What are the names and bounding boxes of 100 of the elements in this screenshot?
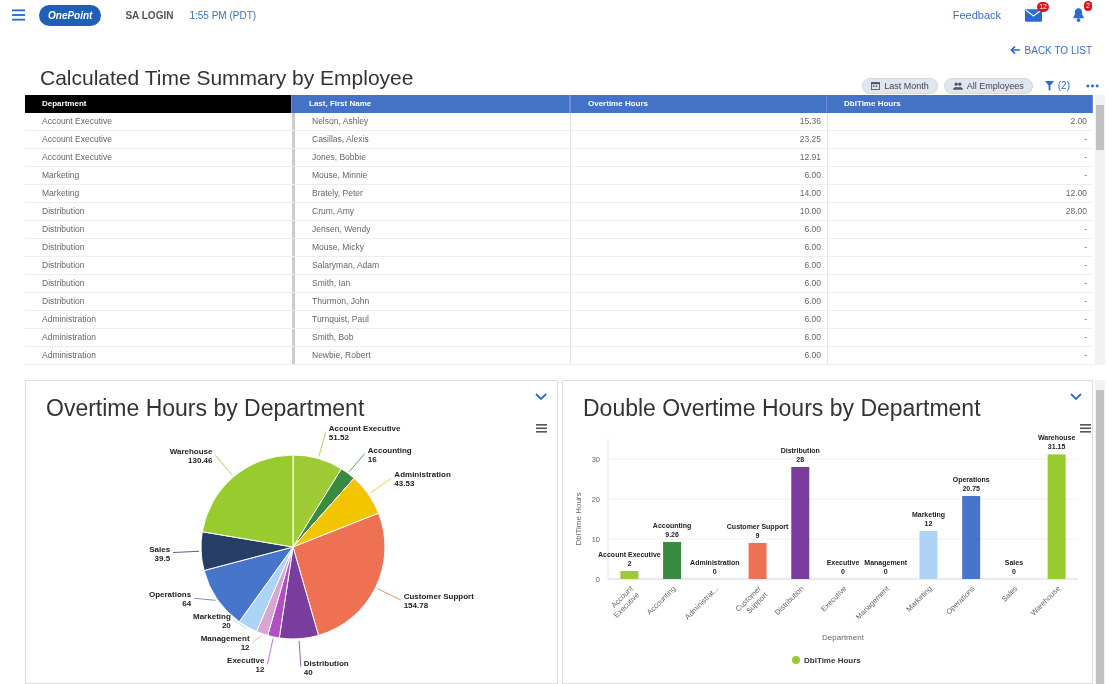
table-cell: Brately, Peter — [292, 185, 570, 202]
table-cell: 6.00 — [570, 275, 827, 292]
table-cell: 6.00 — [570, 311, 827, 328]
table-cell: 6.00 — [570, 239, 827, 256]
table-cell: - — [827, 221, 1093, 238]
filter-chip[interactable]: All Employees — [943, 77, 1033, 94]
scrollbar-thumb[interactable] — [1096, 390, 1104, 684]
table-cell-text: Distribution — [41, 223, 86, 236]
table-cell: Casillas, Alexis — [292, 131, 570, 148]
table-cell: 15.36 — [570, 113, 827, 130]
scrollbar[interactable] — [1095, 95, 1105, 365]
table-cell: - — [827, 149, 1093, 166]
axis-title: Department — [822, 633, 864, 642]
leader-line — [233, 619, 248, 630]
table-cell: 10.00 — [570, 203, 827, 220]
table-cell: 6.00 — [570, 347, 827, 364]
table-cell: Thurmon, John — [292, 293, 570, 310]
table-cell-text: Administration — [41, 349, 97, 362]
filter-chip[interactable]: Last Month — [862, 77, 938, 94]
column-header[interactable]: Overtime Hours — [570, 95, 827, 113]
login-label: SA LOGIN — [125, 9, 174, 21]
table-cell: Nelson, Ashley — [292, 113, 570, 130]
data-label: Accounting 16 — [367, 445, 412, 464]
table-cell-text: Distribution — [41, 259, 86, 272]
column-header[interactable]: DblTime Hours — [827, 95, 1093, 113]
table-cell: 23.25 — [570, 131, 827, 148]
mail-icon[interactable] — [1025, 8, 1042, 22]
leader-line — [193, 597, 216, 601]
table-cell: 6.00 — [570, 257, 827, 274]
table-cell: 14.00 — [570, 185, 827, 202]
leader-line — [318, 431, 327, 457]
data-label: Sales 39.5 — [149, 544, 171, 563]
table-cell: Salaryman, Adam — [292, 257, 570, 274]
report-title: Calculated Time Summary by Employee — [40, 64, 415, 90]
table-cell: 6.00 — [570, 221, 827, 238]
data-label: Executive 12 — [227, 656, 265, 675]
bell-icon[interactable] — [1072, 8, 1085, 22]
table-cell: Jensen, Wendy — [292, 221, 570, 238]
table-cell: - — [827, 239, 1093, 256]
table-cell: - — [827, 257, 1093, 274]
menu-icon[interactable] — [536, 424, 547, 433]
table-cell: Newbie, Robert — [292, 347, 570, 364]
table-cell-text: Marketing — [41, 187, 81, 200]
table-cell: - — [827, 329, 1093, 346]
table-cell: 2.00 — [827, 113, 1093, 130]
leader-line — [298, 640, 302, 668]
leader-line — [369, 477, 392, 494]
table-cell-text: Account Executive — [41, 151, 113, 164]
data-label: Administration 43.53 — [394, 470, 451, 489]
scrollbar-thumb[interactable] — [1096, 105, 1104, 150]
table-cell-text: Distribution — [41, 295, 86, 308]
table-cell: Crum, Amy — [292, 203, 570, 220]
chart-title: Overtime Hours by Department — [46, 395, 366, 422]
scrollbar[interactable] — [1095, 380, 1105, 684]
column-header[interactable]: Last, First Name — [292, 95, 570, 113]
menu-icon[interactable] — [1080, 424, 1091, 433]
table-cell-text: Distribution — [41, 205, 86, 218]
table-cell: Turnquist, Paul — [292, 311, 570, 328]
data-label: Marketing 20 — [193, 612, 231, 631]
table-cell: Jones, Bobbie — [292, 149, 570, 166]
chevron-down-icon[interactable] — [1070, 393, 1082, 400]
people-icon — [952, 81, 963, 90]
table-cell: 6.00 — [570, 167, 827, 184]
table-cell: - — [827, 293, 1093, 310]
back-to-list-link[interactable]: BACK TO LIST — [1009, 44, 1092, 56]
more-icon[interactable] — [1086, 83, 1099, 88]
table-cell-text: Administration — [41, 331, 97, 344]
filter-button[interactable]: (2) — [1038, 78, 1076, 93]
table-cell-text: Account Executive — [41, 115, 113, 128]
menu-icon[interactable] — [12, 9, 25, 21]
data-label: Customer Support 154.78 — [403, 592, 474, 610]
legend-label[interactable]: DblTime Hours — [804, 656, 861, 665]
table-cell: Mouse, Micky — [292, 239, 570, 256]
chevron-down-icon[interactable] — [535, 393, 547, 400]
feedback-link[interactable]: Feedback — [952, 9, 1001, 21]
data-label: Warehouse 130.46 — [169, 447, 213, 466]
column-header[interactable]: Department — [25, 95, 292, 113]
table-cell: - — [827, 275, 1093, 292]
table-cell: - — [827, 311, 1093, 328]
time-label: 1:55 PM (PDT) — [189, 9, 257, 21]
table-cell: Smith, Bob — [292, 329, 570, 346]
table-cell: 6.00 — [570, 293, 827, 310]
table-cell: - — [827, 131, 1093, 148]
table-cell-text: Marketing — [41, 169, 81, 182]
left-arrow-icon — [1009, 45, 1021, 55]
table-cell: 6.00 — [570, 329, 827, 346]
data-label: Operations 64 — [148, 590, 192, 609]
leader-line — [215, 455, 233, 476]
leader-line — [252, 635, 262, 643]
logo[interactable]: OnePoint — [39, 4, 102, 26]
table-cell: - — [827, 347, 1093, 364]
table-cell: 28.00 — [827, 203, 1093, 220]
calendar-icon — [871, 81, 881, 90]
table-cell: 12.00 — [827, 185, 1093, 202]
chart-title: Double Overtime Hours by Department — [583, 395, 982, 422]
axis-title: DblTime Hours — [574, 492, 583, 546]
leader-line — [376, 588, 402, 601]
table-cell: 12.91 — [570, 149, 827, 166]
data-label: Account Executive 51.52 — [328, 424, 401, 442]
data-label: Distribution 40 — [303, 658, 349, 677]
